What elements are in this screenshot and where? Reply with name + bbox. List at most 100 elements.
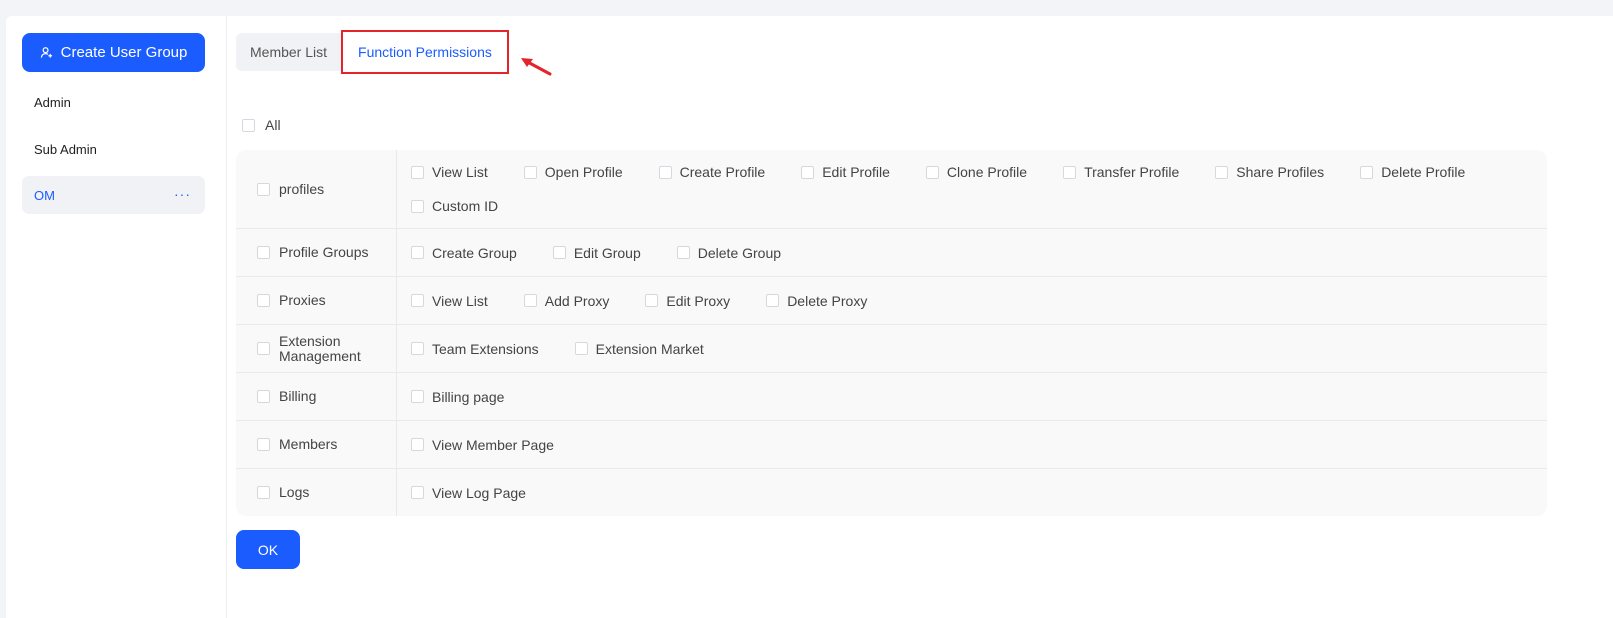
category-checkbox[interactable] [257,294,270,307]
option-label: View List [432,292,488,309]
permission-option[interactable]: Extension Market [574,336,704,362]
permission-option[interactable]: Delete Proxy [766,288,867,314]
permission-option[interactable]: View Log Page [411,480,526,506]
option-label: Add Proxy [544,292,610,309]
permission-options: View Log Page [397,469,1547,516]
option-checkbox[interactable] [411,438,424,451]
group-item-label: OM [34,187,55,203]
tab-label: Function Permissions [358,44,492,60]
option-checkbox[interactable] [676,246,690,259]
option-checkbox[interactable] [574,342,588,355]
ok-label: OK [257,541,279,558]
permission-category[interactable]: Members [236,421,397,468]
option-checkbox[interactable] [1360,165,1374,179]
content-panel: Create User Group Admin Sub Admin OM ···… [6,16,1613,618]
category-label: Profile Groups [279,244,369,260]
category-checkbox[interactable] [257,438,270,451]
option-label: Billing page [432,388,505,405]
category-label: Proxies [279,292,326,308]
category-checkbox[interactable] [257,246,270,259]
permission-option[interactable]: Delete Profile [1360,159,1465,185]
group-item-sub-admin[interactable]: Sub Admin [22,130,205,168]
permission-row: profiles View List Open Profile Create Prof… [236,150,1547,229]
option-checkbox[interactable] [523,294,537,307]
group-item-admin[interactable]: Admin [22,83,205,121]
permission-option[interactable]: View List [411,159,488,185]
permission-option[interactable]: Delete Group [676,240,781,266]
select-all-row[interactable]: All [242,117,281,133]
permission-option[interactable]: Transfer Profile [1063,159,1179,185]
permission-category[interactable]: profiles [236,150,397,228]
option-checkbox[interactable] [411,390,424,403]
more-options-icon[interactable]: ··· [174,186,191,202]
ok-button[interactable]: OK [236,530,300,569]
permission-row: Logs View Log Page [236,469,1547,516]
category-label: Logs [279,484,310,500]
permission-option[interactable]: Edit Profile [801,159,890,185]
permission-category[interactable]: Extension Management [236,325,397,372]
permission-option[interactable]: Edit Group [552,240,641,266]
permission-row: Members View Member Page [236,421,1547,469]
main-content: Member List Function Permissions All pro… [228,16,1613,618]
permission-option[interactable]: Open Profile [523,159,623,185]
category-checkbox[interactable] [257,182,270,196]
select-all-checkbox[interactable] [242,118,255,132]
category-checkbox[interactable] [257,486,270,499]
option-label: View List [432,164,488,180]
option-checkbox[interactable] [552,246,566,259]
option-checkbox[interactable] [1215,165,1229,179]
option-label: Custom ID [432,198,499,214]
category-checkbox[interactable] [257,342,270,355]
option-label: Edit Profile [822,164,890,180]
permission-option[interactable]: Edit Proxy [645,288,730,314]
permission-option[interactable]: Share Profiles [1215,159,1324,185]
category-label: profiles [279,180,325,197]
permission-option[interactable]: Team Extensions [411,336,539,362]
permission-row: Proxies View List Add Proxy Edit Proxy Delet… [236,277,1547,325]
permission-option[interactable]: Create Group [411,240,517,266]
option-checkbox[interactable] [411,294,424,307]
option-checkbox[interactable] [1063,165,1077,179]
category-label: Billing [279,388,317,404]
permission-category[interactable]: Logs [236,469,397,516]
permission-option[interactable]: Create Profile [658,159,765,185]
option-checkbox[interactable] [766,294,780,307]
permission-option[interactable]: Add Proxy [523,288,610,314]
option-checkbox[interactable] [411,165,424,179]
permission-options: Team Extensions Extension Market [397,325,1547,372]
option-label: Delete Proxy [787,292,868,309]
permission-option[interactable]: View Member Page [411,432,554,458]
permission-options: View List Add Proxy Edit Proxy Delete Proxy [397,277,1547,324]
category-checkbox[interactable] [257,390,270,403]
create-user-group-button[interactable]: Create User Group [22,33,205,72]
permission-category[interactable]: Profile Groups [236,229,397,276]
tab-function-permissions[interactable]: Function Permissions [341,30,509,74]
permission-option[interactable]: Billing page [411,384,504,410]
permission-option[interactable]: Clone Profile [925,159,1027,185]
option-checkbox[interactable] [658,165,672,179]
tab-member-list[interactable]: Member List [236,33,341,71]
permission-option[interactable]: View List [411,288,488,314]
option-label: Share Profiles [1236,164,1325,180]
option-checkbox[interactable] [645,294,659,307]
permission-category[interactable]: Proxies [236,277,397,324]
permission-options: View Member Page [397,421,1547,468]
arrow-pointer-icon [521,58,552,76]
permission-category[interactable]: Billing [236,373,397,420]
option-checkbox[interactable] [411,246,424,259]
option-label: Delete Profile [1381,164,1466,180]
option-label: View Log Page [432,484,526,501]
option-checkbox[interactable] [411,342,424,355]
user-group-sidebar: Create User Group Admin Sub Admin OM ··· [6,16,227,618]
option-checkbox[interactable] [411,486,424,499]
create-user-group-label: Create User Group [60,44,188,61]
option-checkbox[interactable] [523,165,537,179]
option-checkbox[interactable] [411,199,424,213]
group-item-om[interactable]: OM ··· [22,176,205,214]
option-checkbox[interactable] [925,165,939,179]
option-checkbox[interactable] [801,165,815,179]
group-item-label: Admin [34,94,71,110]
category-label: Members [279,436,338,452]
permission-row: Profile Groups Create Group Edit Group Dele… [236,229,1547,277]
permission-option[interactable]: Custom ID [411,193,498,219]
